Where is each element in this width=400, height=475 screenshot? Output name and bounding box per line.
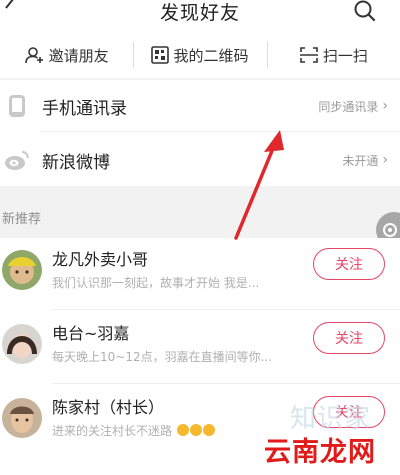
page-title: 发现好友 [159, 2, 240, 24]
phone-icon [4, 93, 30, 119]
user-name: 龙凡外卖小哥 [52, 250, 149, 269]
divider [52, 309, 400, 310]
section-label: 新推荐 [2, 212, 42, 227]
scan-button[interactable]: 扫一扫 [266, 34, 400, 76]
smile-emoji-icon [202, 424, 215, 436]
header: 发现好友 [0, 0, 400, 30]
weibo-label: 新浪微博 [42, 152, 110, 173]
sync-contacts-label: 同步通讯录 [318, 99, 379, 114]
weibo-status-label: 未开通 [342, 153, 379, 168]
weibo-row[interactable]: 新浪微博 未开通 › [0, 134, 400, 186]
avatar[interactable] [2, 324, 42, 364]
user-description: 进来的关注村长不迷路 [52, 422, 215, 439]
phone-contacts-label: 手机通讯录 [42, 98, 127, 119]
weibo-icon [4, 147, 30, 173]
follow-button[interactable]: 关注 [313, 248, 385, 280]
invite-friends-label: 邀请朋友 [48, 46, 109, 65]
action-bar: 邀请朋友 我的二维码 扫一扫 [0, 34, 400, 76]
follow-button[interactable]: 关注 [313, 322, 385, 354]
chevron-right-icon: › [382, 98, 388, 114]
user-name: 陈家村（村长） [52, 398, 165, 417]
scan-icon [299, 47, 318, 63]
smile-emoji-icon [189, 424, 202, 436]
avatar[interactable] [2, 398, 42, 438]
my-qr-code-button[interactable]: 我的二维码 [133, 34, 266, 76]
user-name: 电台~羽嘉 [52, 324, 130, 343]
add-user-icon [24, 47, 43, 64]
my-qr-code-label: 我的二维码 [173, 46, 249, 65]
watermark-site: 云南龙网 [264, 437, 376, 468]
user-description-text: 进来的关注村长不迷路 [52, 424, 173, 438]
qr-code-icon [151, 46, 170, 64]
invite-friends-button[interactable]: 邀请朋友 [0, 34, 133, 76]
search-icon[interactable] [352, 0, 378, 24]
weibo-status-link[interactable]: 未开通 › [342, 152, 388, 169]
avatar[interactable] [2, 250, 42, 290]
list-item[interactable]: 电台~羽嘉 每天晚上10~12点，羽嘉在直播间等你... 关注 [0, 312, 400, 384]
phone-contacts-row[interactable]: 手机通讯录 同步通讯录 › [0, 80, 400, 132]
new-recommendations-header: 新推荐 [0, 186, 400, 238]
divider [40, 131, 400, 132]
divider [52, 383, 400, 384]
user-description: 我们认识那一刻起，故事才开始 我是... [52, 276, 260, 290]
list-item[interactable]: 龙凡外卖小哥 我们认识那一刻起，故事才开始 我是... 关注 [0, 238, 400, 310]
chevron-right-icon: › [382, 152, 388, 168]
user-description: 每天晚上10~12点，羽嘉在直播间等你... [52, 350, 273, 364]
scan-label: 扫一扫 [322, 46, 368, 65]
smile-emoji-icon [176, 424, 189, 436]
sync-contacts-link[interactable]: 同步通讯录 › [318, 98, 388, 115]
